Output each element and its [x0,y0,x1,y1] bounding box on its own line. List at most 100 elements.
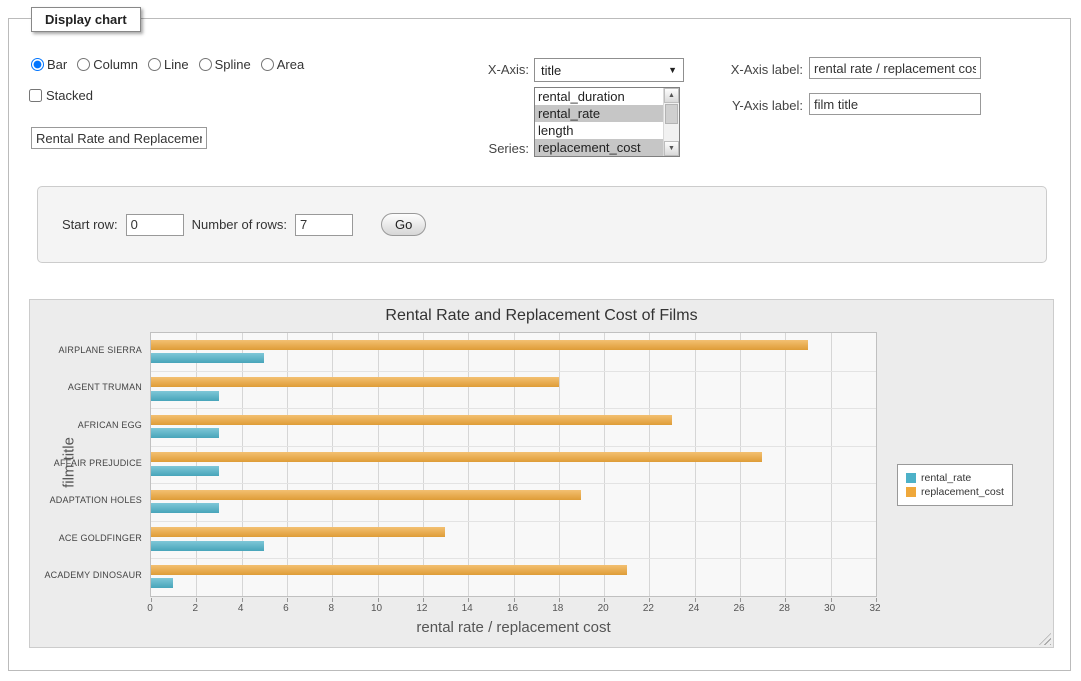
bar-replacement_cost [151,452,762,462]
gridline [649,333,650,596]
gridline [423,333,424,596]
tick-mark [196,598,197,602]
display-chart-fieldset: Display chart BarColumnLineSplineArea St… [8,18,1071,671]
bar-replacement_cost [151,340,808,350]
x-tick-label: 32 [860,603,890,614]
resize-handle-icon[interactable] [1039,633,1051,645]
chart-type-option-line[interactable]: Line [148,57,189,72]
bar-rental_rate [151,503,219,513]
tick-mark [831,598,832,602]
series-multiselect[interactable]: rental_durationrental_ratelengthreplacem… [534,87,680,157]
gridline [151,408,876,409]
number-of-rows-input[interactable] [295,214,353,236]
chart-type-option-bar[interactable]: Bar [31,57,67,72]
x-axis-label-input[interactable] [809,57,981,79]
stacked-option[interactable]: Stacked [29,88,93,103]
x-tick-label: 28 [769,603,799,614]
chart-type-radios: Bar Column Line Spline Area [31,57,304,72]
category-label: AIRPLANE SIERRA [30,345,142,355]
tick-mark [514,598,515,602]
legend-entry-replacement_cost: replacement_cost [906,486,1004,498]
x-axis-select[interactable]: title ▼ [534,58,684,82]
gridline [695,333,696,596]
category-labels: AIRPLANE SIERRAAGENT TRUMANAFRICAN EGGAF… [30,332,142,597]
start-row-input[interactable] [126,214,184,236]
chart-title-input[interactable] [31,127,207,149]
tick-mark [242,598,243,602]
y-axis-label-input[interactable] [809,93,981,115]
gridline [287,333,288,596]
tick-mark [876,598,877,602]
x-tick-label: 26 [724,603,754,614]
chart-type-option-spline[interactable]: Spline [199,57,251,72]
bar-rental_rate [151,353,264,363]
bar-replacement_cost [151,377,559,387]
series-option-rental_rate[interactable]: rental_rate [535,105,664,122]
x-tick-label: 24 [679,603,709,614]
legend-text: rental_rate [921,472,971,484]
rows-panel: Start row: Number of rows: Go [37,186,1047,263]
x-tick-label: 16 [498,603,528,614]
tick-mark [468,598,469,602]
chart-type-text: Column [93,57,138,72]
chart-type-text: Line [164,57,189,72]
x-tick-label: 20 [588,603,618,614]
scrollbar-thumb[interactable] [665,104,678,124]
tick-mark [740,598,741,602]
gridline [378,333,379,596]
chart-type-radio-column[interactable] [77,58,90,71]
chart-type-radio-bar[interactable] [31,58,44,71]
tick-mark [559,598,560,602]
x-axis-label-label: X-Axis label: [681,62,803,77]
chart-type-radio-line[interactable] [148,58,161,71]
gridline [242,333,243,596]
tick-mark [332,598,333,602]
x-axis-selected-value: title [541,63,561,78]
gridline [151,483,876,484]
stacked-label: Stacked [46,88,93,103]
x-tick-label: 22 [633,603,663,614]
scroll-up-icon[interactable]: ▲ [664,88,679,103]
tick-mark [287,598,288,602]
tick-mark [378,598,379,602]
y-axis-label-label: Y-Axis label: [681,98,803,113]
series-option-rental_duration[interactable]: rental_duration [535,88,664,105]
gridline [468,333,469,596]
bar-rental_rate [151,578,173,588]
series-select-label: Series: [456,141,529,156]
chart-type-radio-area[interactable] [261,58,274,71]
chart-type-text: Bar [47,57,67,72]
number-of-rows-label: Number of rows: [192,217,287,232]
x-tick-label: 4 [226,603,256,614]
series-scrollbar[interactable]: ▲ ▼ [663,88,679,156]
scroll-down-icon[interactable]: ▼ [664,141,679,156]
legend-swatch [906,487,916,497]
legend-text: replacement_cost [921,486,1004,498]
gridline [559,333,560,596]
stacked-checkbox[interactable] [29,89,42,102]
chart-type-text: Area [277,57,304,72]
tick-mark [785,598,786,602]
x-axis-select-label: X-Axis: [456,62,529,77]
bar-replacement_cost [151,565,627,575]
chart-type-option-area[interactable]: Area [261,57,304,72]
bar-replacement_cost [151,415,672,425]
tick-mark [423,598,424,602]
go-button[interactable]: Go [381,213,426,236]
plot-area [150,332,877,597]
chart-title: Rental Rate and Replacement Cost of Film… [30,307,1053,325]
x-tick-label: 18 [543,603,573,614]
series-option-length[interactable]: length [535,122,664,139]
series-option-replacement_cost[interactable]: replacement_cost [535,139,664,156]
chart-type-radio-spline[interactable] [199,58,212,71]
chart-type-text: Spline [215,57,251,72]
x-tick-label: 10 [362,603,392,614]
category-label: ACADEMY DINOSAUR [30,570,142,580]
tick-mark [649,598,650,602]
category-label: AFRICAN EGG [30,420,142,430]
chart-type-option-column[interactable]: Column [77,57,138,72]
x-tick-label: 12 [407,603,437,614]
gridline [151,371,876,372]
gridline [740,333,741,596]
bar-replacement_cost [151,527,445,537]
